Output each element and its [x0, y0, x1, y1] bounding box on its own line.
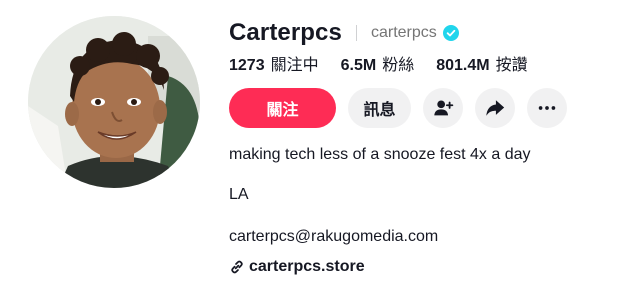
add-friend-icon: [434, 100, 454, 116]
stat-likes: 801.4M 按讚: [436, 51, 527, 75]
follow-button[interactable]: 關注: [229, 88, 336, 128]
stat-followers[interactable]: 6.5M 粉絲: [341, 51, 415, 75]
likes-count: 801.4M: [436, 57, 490, 74]
profile-header: Carterpcs carterpcs: [229, 16, 459, 50]
link-icon: [229, 259, 245, 275]
verified-badge-icon: [442, 25, 459, 41]
bio-email: carterpcs@rakugomedia.com: [229, 228, 439, 245]
display-name: Carterpcs: [229, 19, 342, 46]
stat-following[interactable]: 1273 關注中: [229, 51, 319, 75]
bio-tagline: making tech less of a snooze fest 4x a d…: [229, 146, 531, 163]
profile-stats: 1273 關注中 6.5M 粉絲 801.4M 按讚: [229, 52, 550, 74]
more-icon: [538, 106, 556, 110]
add-friend-button[interactable]: [423, 88, 463, 128]
message-button[interactable]: 訊息: [348, 88, 411, 128]
avatar-photo: [28, 16, 200, 188]
profile-actions: 關注 訊息: [229, 88, 579, 128]
profile-avatar[interactable]: [28, 16, 200, 188]
share-button[interactable]: [475, 88, 515, 128]
followers-count: 6.5M: [340, 57, 377, 74]
following-count: 1273: [229, 57, 265, 74]
username: carterpcs: [370, 24, 437, 41]
following-label: 關注中: [270, 57, 319, 74]
share-icon: [486, 100, 505, 116]
more-button[interactable]: [527, 88, 567, 128]
profile-link-text: carterpcs.store: [249, 258, 365, 275]
bio-location: LA: [229, 186, 249, 203]
divider: [355, 25, 357, 41]
profile-link[interactable]: carterpcs.store: [229, 258, 365, 276]
followers-label: 粉絲: [382, 57, 415, 74]
likes-label: 按讚: [495, 57, 528, 74]
